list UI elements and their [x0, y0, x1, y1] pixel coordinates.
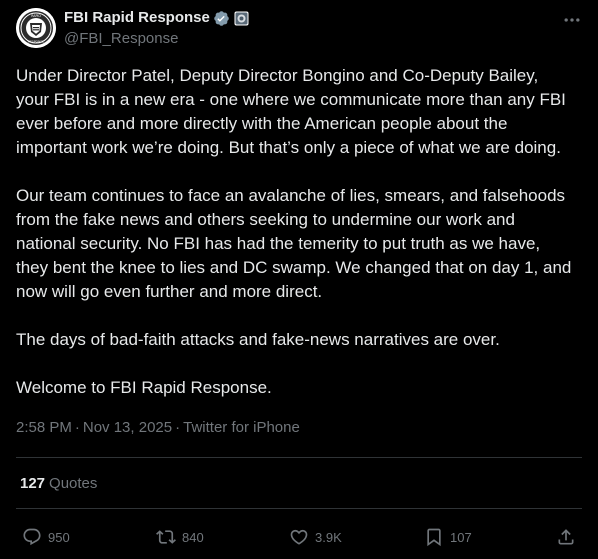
- post-source: Twitter for iPhone: [183, 419, 300, 436]
- affiliate-badge-icon[interactable]: [234, 11, 249, 26]
- divider: [16, 508, 582, 509]
- repost-icon: [156, 530, 176, 544]
- more-options-icon[interactable]: [560, 10, 584, 30]
- meta-separator: ·: [175, 419, 181, 436]
- quotes-label: Quotes: [49, 475, 98, 492]
- author-name-row: FBI Rapid Response: [64, 8, 249, 28]
- post-paragraph: Welcome to FBI Rapid Response.: [16, 378, 272, 397]
- bookmark-button[interactable]: 107: [424, 524, 472, 550]
- repost-button[interactable]: 840: [156, 524, 204, 550]
- post-paragraph: Our team continues to face an avalanche …: [16, 186, 572, 301]
- post-paragraph: Under Director Patel, Deputy Director Bo…: [16, 66, 566, 157]
- share-icon: [558, 529, 574, 545]
- post-paragraph: The days of bad-faith attacks and fake-n…: [16, 330, 500, 349]
- like-button[interactable]: 3.9K: [289, 524, 342, 550]
- bookmark-icon: [427, 528, 441, 547]
- post-body: Under Director Patel, Deputy Director Bo…: [16, 64, 586, 424]
- quotes-count: 127: [20, 475, 46, 492]
- reply-icon: [23, 528, 41, 546]
- reply-count: 950: [48, 529, 70, 545]
- share-button[interactable]: [556, 524, 576, 550]
- post-meta: 2:58 PM · Nov 13, 2025 · Twitter for iPhone: [16, 418, 300, 438]
- svg-text:RESPONSE: RESPONSE: [28, 40, 44, 44]
- post-time[interactable]: 2:58 PM: [16, 419, 72, 436]
- action-bar: 950 840 3.9K 107: [0, 524, 598, 550]
- quotes-link[interactable]: 127 Quotes: [20, 474, 97, 494]
- divider: [16, 457, 582, 458]
- gov-verified-badge-icon[interactable]: [213, 10, 230, 27]
- post-date[interactable]: Nov 13, 2025: [83, 419, 172, 436]
- author-handle[interactable]: @FBI_Response: [64, 29, 178, 49]
- repost-count: 840: [182, 529, 204, 545]
- post-header: RAPID RESPONSE FBI Rapid Response @FBI_R…: [0, 0, 598, 60]
- like-count: 3.9K: [315, 529, 342, 545]
- heart-icon: [290, 529, 308, 545]
- bookmark-count: 107: [450, 529, 472, 545]
- meta-separator: ·: [74, 419, 80, 436]
- fbi-seal-icon[interactable]: RAPID RESPONSE: [16, 8, 56, 48]
- reply-button[interactable]: 950: [22, 524, 70, 550]
- svg-text:RAPID: RAPID: [31, 14, 41, 18]
- author-display-name[interactable]: FBI Rapid Response: [64, 8, 210, 28]
